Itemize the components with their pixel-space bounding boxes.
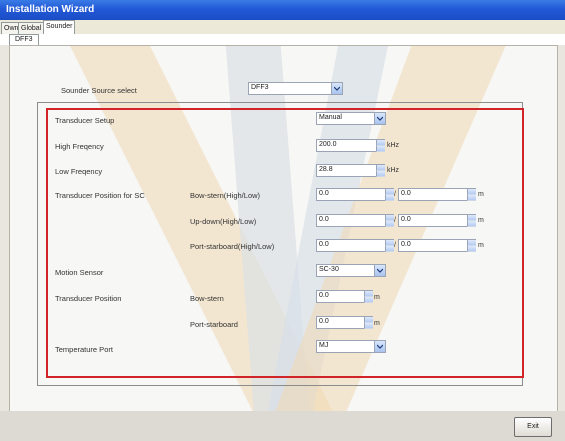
chevron-down-icon[interactable]: [374, 265, 385, 276]
separator: /: [394, 242, 396, 249]
spin-buttons[interactable]: [376, 165, 385, 177]
chevron-down-icon[interactable]: [374, 341, 385, 352]
sc-up-down-low-field[interactable]: 0.0: [398, 214, 476, 227]
subtab-dff3[interactable]: DFF3: [9, 34, 39, 45]
transducer-setup-select[interactable]: Manual: [316, 112, 386, 125]
sc-up-down-label: Up-down(High/Low): [190, 217, 257, 226]
separator: /: [394, 217, 396, 224]
separator: /: [394, 191, 396, 198]
sc-port-starboard-high-value: 0.0: [319, 241, 329, 248]
high-frequency-unit: kHz: [387, 142, 400, 149]
sc-bow-stern-high-value: 0.0: [319, 190, 329, 197]
sc-up-down-high-field[interactable]: 0.0: [316, 214, 394, 227]
spin-buttons[interactable]: [385, 215, 394, 227]
bow-stern-value: 0.0: [319, 292, 329, 299]
port-starboard-value: 0.0: [319, 318, 329, 325]
title-bar: Installation Wizard: [0, 0, 565, 20]
transducer-setup-value: Manual: [319, 114, 342, 121]
spin-buttons[interactable]: [467, 215, 476, 227]
low-frequency-field[interactable]: 28.8: [316, 164, 385, 177]
sounder-panel: Sounder Source select DFF3 Transducer Se…: [9, 45, 558, 412]
spin-buttons[interactable]: [385, 240, 394, 252]
tab-global[interactable]: Global: [18, 22, 45, 34]
sc-bow-stern-high-field[interactable]: 0.0: [316, 188, 394, 201]
sc-up-down-high-value: 0.0: [319, 216, 329, 223]
motion-sensor-select[interactable]: SC-30: [316, 264, 386, 277]
bow-stern-field[interactable]: 0.0: [316, 290, 373, 303]
sc-bow-stern-unit: m: [478, 191, 484, 198]
transducer-position-label: Transducer Position: [55, 294, 122, 303]
exit-button[interactable]: Exit: [514, 417, 552, 437]
position-sc-label: Transducer Position for SC: [55, 191, 145, 200]
sounder-source-select[interactable]: DFF3: [248, 82, 343, 95]
low-frequency-value: 28.8: [319, 166, 333, 173]
chevron-down-icon[interactable]: [374, 113, 385, 124]
tab-strip: Own Global Sounder: [0, 20, 565, 35]
bow-stern-label: Bow-stern: [190, 294, 224, 303]
sc-port-starboard-label: Port-starboard(High/Low): [190, 242, 275, 251]
sc-bow-stern-low-value: 0.0: [401, 190, 411, 197]
high-frequency-label: High Freqency: [55, 142, 104, 151]
sounder-source-label: Sounder Source select: [61, 86, 137, 95]
tab-sounder[interactable]: Sounder: [43, 20, 76, 35]
sc-up-down-low-value: 0.0: [401, 216, 411, 223]
subtab-strip: DFF3: [0, 34, 565, 45]
spin-buttons[interactable]: [467, 189, 476, 201]
motion-sensor-label: Motion Sensor: [55, 268, 104, 277]
footer-bar: Exit: [0, 411, 565, 441]
sc-bow-stern-low-field[interactable]: 0.0: [398, 188, 476, 201]
spin-buttons[interactable]: [364, 317, 373, 329]
sc-up-down-unit: m: [478, 217, 484, 224]
window-title: Installation Wizard: [6, 4, 95, 15]
sounder-source-value: DFF3: [251, 84, 269, 91]
transducer-setup-label: Transducer Setup: [55, 116, 115, 125]
spin-buttons[interactable]: [385, 189, 394, 201]
port-starboard-field[interactable]: 0.0: [316, 316, 373, 329]
sc-port-starboard-low-field[interactable]: 0.0: [398, 239, 476, 252]
sc-port-starboard-unit: m: [478, 242, 484, 249]
port-starboard-label: Port-starboard: [190, 320, 238, 329]
spin-buttons[interactable]: [364, 291, 373, 303]
sc-port-starboard-high-field[interactable]: 0.0: [316, 239, 394, 252]
temperature-port-select[interactable]: MJ: [316, 340, 386, 353]
port-starboard-unit: m: [374, 320, 380, 327]
sc-bow-stern-label: Bow-stern(High/Low): [190, 191, 261, 200]
high-frequency-value: 200.0: [319, 141, 337, 148]
bow-stern-unit: m: [374, 294, 380, 301]
low-frequency-label: Low Freqency: [55, 167, 103, 176]
temperature-port-label: Temperature Port: [55, 345, 113, 354]
sc-port-starboard-low-value: 0.0: [401, 241, 411, 248]
high-frequency-field[interactable]: 200.0: [316, 139, 385, 152]
chevron-down-icon[interactable]: [331, 83, 342, 94]
temperature-port-value: MJ: [319, 342, 329, 349]
motion-sensor-value: SC-30: [319, 266, 339, 273]
low-frequency-unit: kHz: [387, 167, 400, 174]
spin-buttons[interactable]: [376, 140, 385, 152]
spin-buttons[interactable]: [467, 240, 476, 252]
